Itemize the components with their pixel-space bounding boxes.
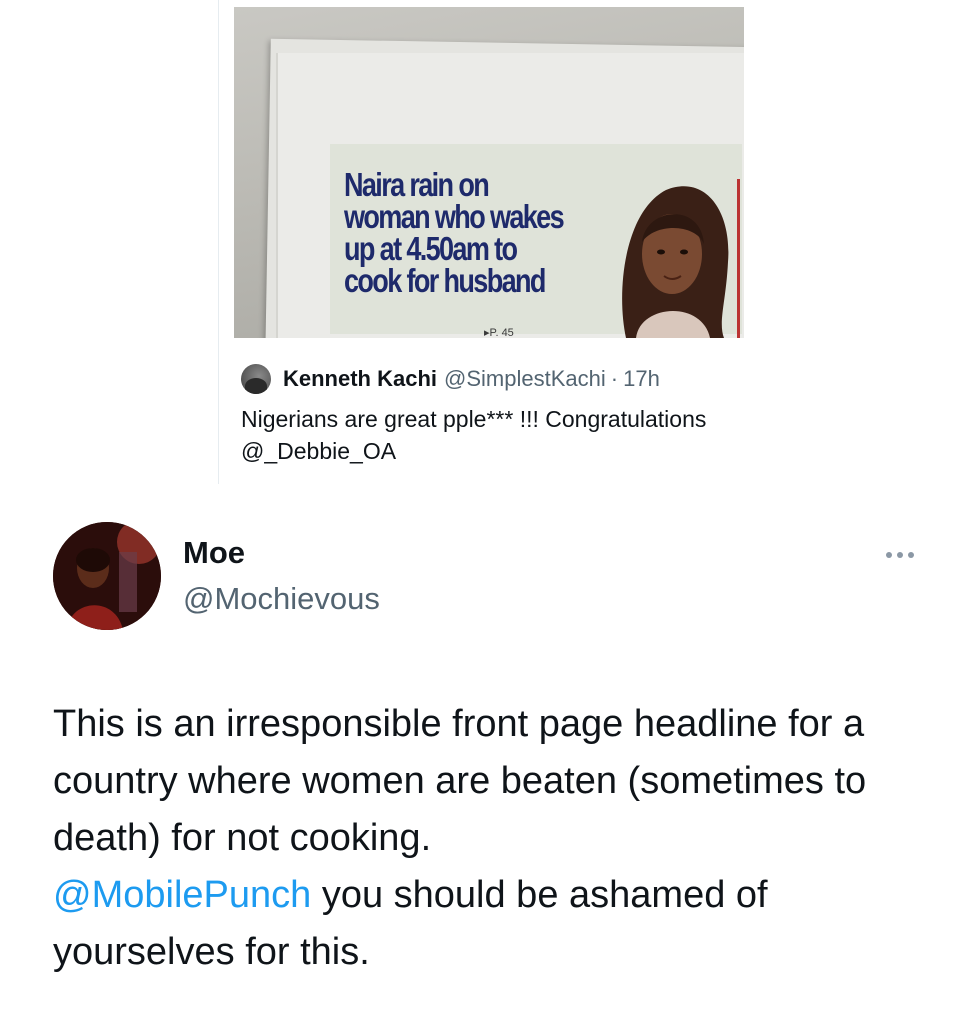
dot	[908, 552, 914, 558]
quoted-mention[interactable]: @_Debbie_OA	[241, 435, 801, 467]
headline-line: up at 4.50am to	[344, 230, 518, 267]
newspaper-headline: Naira rain on woman who wakes up at 4.50…	[344, 166, 574, 299]
quoted-text-line: Nigerians are great pple*** !!! Congratu…	[241, 406, 707, 432]
tweet-text-body: This is an irresponsible front page head…	[53, 703, 867, 859]
page-reference-text: P. 45	[489, 327, 514, 338]
page-reference: ▸P. 45	[484, 327, 514, 338]
dot	[886, 552, 892, 558]
photo-border-accent	[737, 179, 740, 338]
quoted-author-handle[interactable]: @SimplestKachi	[444, 366, 606, 392]
headline-line: woman who wakes	[344, 198, 565, 235]
woman-portrait-image	[622, 186, 729, 338]
quoted-author-name[interactable]: Kenneth Kachi	[283, 366, 437, 392]
tweet-text: This is an irresponsible front page head…	[53, 696, 933, 981]
quoted-tweet[interactable]: Naira rain on woman who wakes up at 4.50…	[218, 0, 975, 484]
quoted-tweet-text: Nigerians are great pple*** !!! Congratu…	[241, 403, 801, 467]
ellipsis-icon[interactable]	[880, 545, 920, 565]
headline-line: Naira rain on	[344, 166, 490, 203]
mobilepunch-mention[interactable]: @MobilePunch	[53, 874, 311, 916]
author-name[interactable]: Moe	[183, 535, 245, 571]
dot	[897, 552, 903, 558]
avatar[interactable]	[53, 522, 161, 630]
avatar-photo	[53, 522, 161, 630]
headline-line: cook for husband	[344, 262, 546, 299]
quoted-tweet-header: Kenneth Kachi @SimplestKachi · 17h	[241, 364, 660, 394]
quoted-author-avatar[interactable]	[241, 364, 271, 394]
author-handle[interactable]: @Mochievous	[183, 581, 380, 617]
separator-dot: ·	[610, 366, 619, 391]
quoted-tweet-time[interactable]: 17h	[623, 366, 660, 392]
newspaper-photo[interactable]: Naira rain on woman who wakes up at 4.50…	[234, 7, 744, 338]
